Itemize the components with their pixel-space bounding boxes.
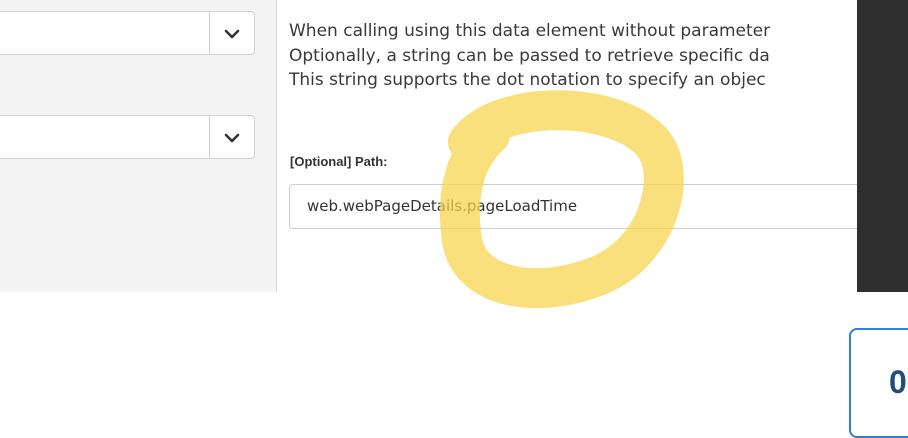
description-line: Optionally, a string can be passed to re… — [289, 45, 770, 66]
path-input[interactable]: web.webPageDetails.pageLoadTime — [289, 184, 889, 229]
description-line: When calling using this data element wit… — [289, 21, 771, 41]
description-line: This string supports the dot notation to… — [289, 70, 766, 90]
left-panel — [0, 0, 277, 292]
first-select[interactable] — [0, 11, 255, 55]
path-label: [Optional] Path: — [290, 154, 388, 169]
bottom-card[interactable]: 0 — [849, 328, 908, 438]
chevron-down-icon[interactable] — [222, 129, 242, 147]
description-text: When calling using this data element wit… — [289, 19, 864, 93]
select-divider — [209, 116, 210, 158]
dark-sidebar-strip — [857, 0, 908, 292]
chevron-down-icon[interactable] — [222, 25, 242, 43]
select-divider — [209, 12, 210, 54]
bottom-card-value: 0 — [889, 364, 907, 400]
path-input-value: web.webPageDetails.pageLoadTime — [307, 197, 578, 215]
second-select[interactable] — [0, 115, 255, 159]
